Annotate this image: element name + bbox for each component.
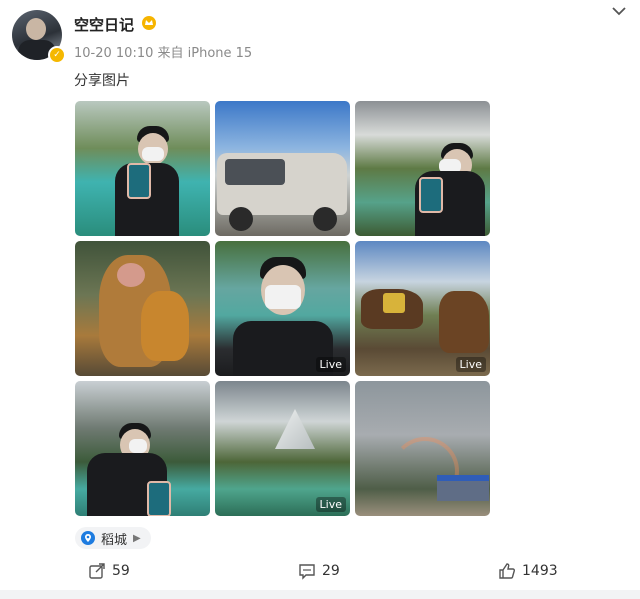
photo-4[interactable] bbox=[75, 241, 210, 376]
live-badge: Live bbox=[455, 357, 486, 372]
like-button[interactable]: 1493 bbox=[498, 562, 558, 580]
horse-right bbox=[439, 291, 489, 353]
photo-9[interactable] bbox=[355, 381, 490, 516]
crown-icon bbox=[142, 16, 156, 30]
face-mask bbox=[142, 147, 164, 161]
photo-grid: Live Live Live bbox=[75, 101, 491, 517]
author-name[interactable]: 空空日记 bbox=[74, 14, 134, 35]
comment-button[interactable]: 29 bbox=[298, 562, 340, 580]
repost-count: 59 bbox=[112, 563, 130, 579]
location-label: 稻城 bbox=[101, 532, 128, 548]
photo-2[interactable] bbox=[215, 101, 350, 236]
live-badge: Live bbox=[315, 357, 346, 372]
live-badge: Live bbox=[315, 497, 346, 512]
like-count: 1493 bbox=[522, 563, 558, 579]
monkey-face bbox=[117, 263, 145, 287]
comment-count: 29 bbox=[322, 563, 340, 579]
location-tag[interactable]: 稻城 ▶ bbox=[75, 527, 151, 549]
building-sign bbox=[437, 475, 489, 481]
location-pin-icon bbox=[81, 531, 95, 545]
car-window bbox=[225, 159, 285, 185]
action-bar: 59 29 1493 bbox=[0, 562, 640, 584]
post-meta: 10-20 10:10 来自 iPhone 15 bbox=[74, 42, 252, 61]
post-datetime: 10-20 10:10 bbox=[74, 46, 154, 61]
share-icon bbox=[89, 563, 105, 579]
car-wheel bbox=[313, 207, 337, 231]
thumbs-up-icon bbox=[499, 563, 515, 579]
post-text: 分享图片 bbox=[74, 73, 130, 89]
horse-saddle bbox=[383, 293, 405, 313]
face-mask bbox=[265, 285, 301, 309]
photo-1[interactable] bbox=[75, 101, 210, 236]
verified-badge-icon: ✓ bbox=[48, 46, 66, 64]
held-phone bbox=[147, 481, 171, 516]
photo-8[interactable]: Live bbox=[215, 381, 350, 516]
photo-3[interactable] bbox=[355, 101, 490, 236]
photo-5[interactable]: Live bbox=[215, 241, 350, 376]
photo-6[interactable]: Live bbox=[355, 241, 490, 376]
divider bbox=[0, 590, 640, 599]
photo-7[interactable] bbox=[75, 381, 210, 516]
avatar-face bbox=[26, 18, 46, 40]
face-mask bbox=[129, 439, 147, 453]
monkey-baby bbox=[141, 291, 189, 361]
held-phone bbox=[127, 163, 151, 199]
post-source: 来自 iPhone 15 bbox=[157, 46, 253, 61]
car-wheel bbox=[229, 207, 253, 231]
chevron-down-icon[interactable] bbox=[612, 6, 626, 16]
comment-icon bbox=[299, 564, 315, 580]
held-phone bbox=[419, 177, 443, 213]
chevron-right-icon: ▶ bbox=[133, 532, 141, 544]
repost-button[interactable]: 59 bbox=[88, 562, 130, 580]
snow-peak bbox=[275, 409, 315, 449]
